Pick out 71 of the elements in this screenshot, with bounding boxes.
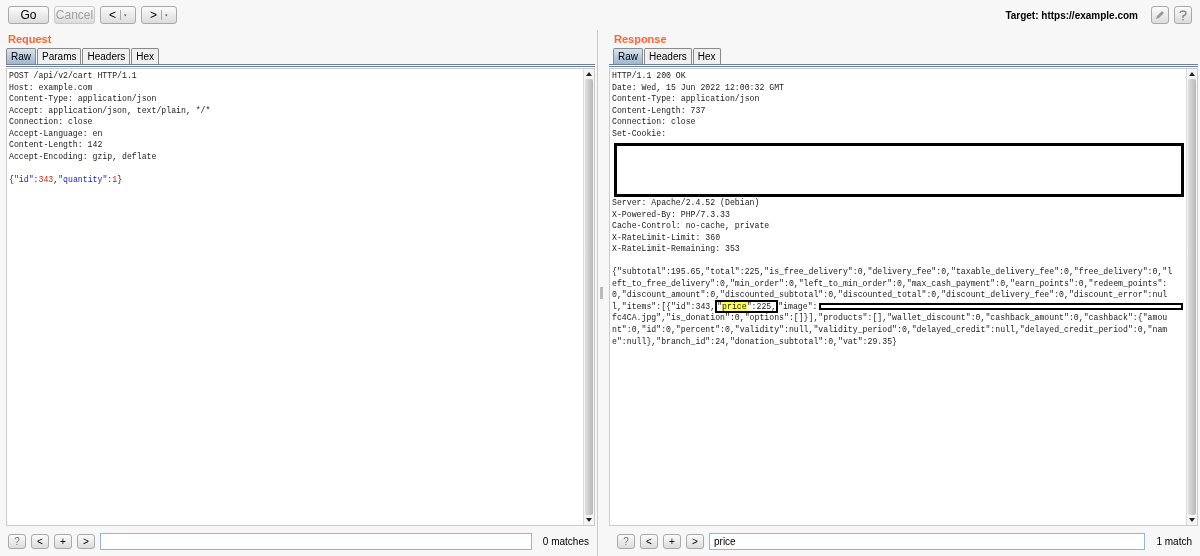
code-text: { (9, 174, 14, 184)
code-text: Date: Wed, 15 Jun 2022 12:00:32 GMT (612, 82, 784, 92)
code-text: Content-Length: 737 (612, 105, 706, 115)
code-text: eft_to_free_delivery":0,"min_order":0,"left_to_min_order":0,"max_cash_payment":0,"earn_points":0,"redeem_points": (612, 278, 1168, 288)
tab[interactable]: Hex (131, 48, 160, 64)
target-label: Target: https://example.com (1005, 8, 1138, 23)
tab[interactable]: Params (37, 48, 82, 64)
tab[interactable]: Headers (82, 48, 131, 64)
search-button[interactable]: ? (8, 533, 26, 549)
search-button[interactable]: > (77, 533, 95, 549)
code-text: Accept-Encoding: gzip, deflate (9, 151, 157, 161)
search-button[interactable]: ? (617, 533, 635, 549)
code-text: {"subtotal":195.65,"total":225,"is_free_delivery":0,"delivery_fee":0,"taxable_delivery_fee":0,"free_delivery":0,"l (612, 267, 1173, 277)
search-button[interactable]: < (31, 533, 49, 549)
scrollbar-thumb[interactable] (585, 79, 593, 515)
code-text: X-RateLimit-Limit: 360 (612, 232, 721, 242)
pane-title: Request (7, 32, 53, 47)
pane-title: Response (613, 32, 668, 47)
search-field[interactable] (100, 532, 532, 550)
code-text: fc4CA.jpg","is_donation":0,"options":[]}],"products":[],"wallet_discount":0,"cashback_amount":0,"cashback":{"amou (612, 313, 1168, 323)
search-button[interactable]: + (663, 533, 681, 549)
code-text: Host: example.com (9, 82, 93, 92)
code-text: l,"items":[{"id":343, (612, 301, 716, 311)
match-count: 1 match (1155, 534, 1193, 549)
code-text: , (53, 174, 59, 184)
code-text: } (117, 174, 123, 184)
code-text: Set-Cookie: (612, 128, 667, 138)
code-text: Content-Length: 142 (9, 140, 103, 150)
code-text: ":225, (746, 299, 779, 313)
code-text: Accept: application/json, text/plain, */* (9, 105, 211, 115)
code-text: HTTP/1.1 200 OK (612, 71, 686, 80)
tab[interactable]: Hex (692, 48, 721, 64)
toolbar-button[interactable]: Go (8, 6, 49, 24)
code-text: Connection: close (612, 117, 696, 127)
code-text: e":null},"branch_id":24,"donation_subtotal":0,"vat":29.35} (612, 336, 897, 346)
code-text: nt":0,"id":0,"percent":0,"validity":null,"validity_period":0,"delayed_credit":null,"delayed_credit_period":0,"nam (612, 325, 1168, 335)
code-text: Accept-Language: en (9, 128, 103, 138)
grip-icon (600, 287, 603, 299)
search-button[interactable]: > (686, 533, 704, 549)
code-text: Content-Type: application/json (612, 94, 760, 104)
code-text: "image": (778, 301, 818, 311)
code-text: POST /api/v2/cart HTTP/1.1 (9, 71, 137, 80)
json-number: 1 (112, 174, 118, 184)
tab[interactable]: Raw (613, 48, 643, 64)
code-text: X-Powered-By: PHP/7.3.33 (612, 209, 730, 219)
help-button[interactable] (1174, 6, 1192, 24)
code-text: Connection: close (9, 117, 93, 127)
tab[interactable]: Headers (644, 48, 692, 64)
scrollbar[interactable] (583, 69, 594, 525)
tab[interactable]: Raw (6, 48, 36, 64)
code-text: : (33, 174, 39, 184)
scrollbar-thumb[interactable] (1188, 79, 1196, 515)
code-text: 0,"discount_amount":0,"discounted_subtotal":0,"discounted_total":0,"discount_delivery_fee":0,"discount_error":nul (612, 290, 1168, 300)
history-button[interactable]: < (100, 6, 136, 24)
search-button[interactable]: + (54, 533, 72, 549)
history-button[interactable]: > (141, 6, 177, 24)
code-text: X-RateLimit-Remaining: 353 (612, 244, 740, 254)
search-match: price (722, 299, 747, 313)
json-key: "quantity" (58, 174, 108, 184)
pencil-icon (1155, 10, 1165, 20)
code-text: Server: Apache/2.4.52 (Debian) (612, 198, 760, 207)
search-field[interactable]: price (709, 532, 1146, 550)
search-button[interactable]: < (640, 533, 658, 549)
json-key: "id" (13, 174, 34, 184)
scrollbar[interactable] (1186, 69, 1197, 525)
edit-button[interactable] (1151, 6, 1169, 24)
match-count: 0 matches (541, 534, 590, 549)
code-text: Cache-Control: no-cache, private (612, 221, 770, 231)
code-text: Content-Type: application/json (9, 94, 157, 104)
code-text: : (107, 174, 113, 184)
help-icon (1179, 9, 1187, 21)
